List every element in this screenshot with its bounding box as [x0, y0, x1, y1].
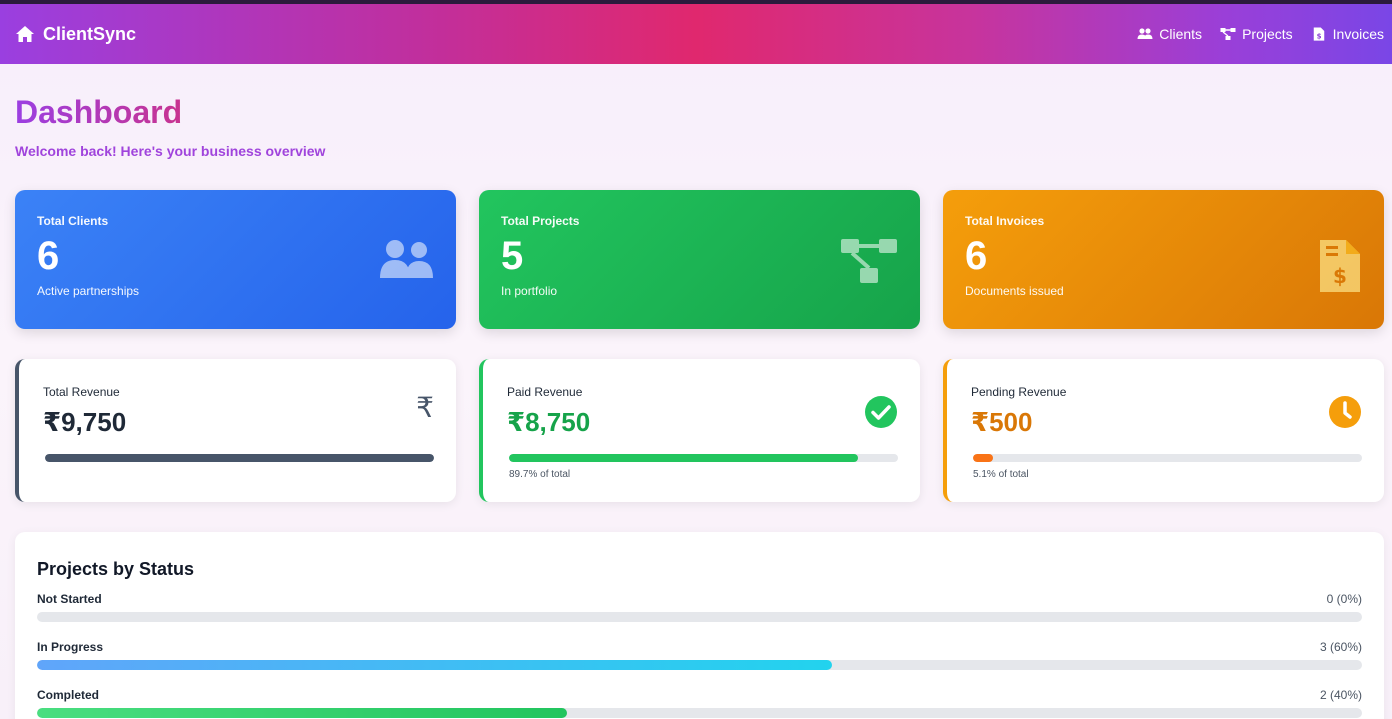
- main-nav: Clients Projects $ Invoices: [1137, 26, 1384, 42]
- projects-by-status-panel: Projects by Status Not Started 0 (0%) In…: [15, 532, 1384, 719]
- clock-icon: [1329, 396, 1361, 428]
- svg-text:$: $: [1333, 264, 1347, 288]
- nav-projects-label: Projects: [1242, 26, 1293, 42]
- status-progress-fill: [37, 708, 567, 718]
- revenue-label: Pending Revenue: [971, 385, 1067, 399]
- stat-sub: Active partnerships: [37, 284, 140, 298]
- status-row-in-progress: In Progress 3 (60%): [37, 632, 1362, 680]
- revenue-card-total: Total Revenue ₹9,750 ₹: [15, 359, 456, 502]
- svg-text:$: $: [1316, 32, 1321, 40]
- rupee-icon: ₹: [416, 391, 434, 424]
- stat-label: Total Projects: [501, 214, 580, 228]
- users-icon: [380, 240, 433, 278]
- revenue-progress-fill: [509, 454, 858, 462]
- revenue-progress-track: [509, 454, 898, 462]
- status-row-completed: Completed 2 (40%): [37, 680, 1362, 719]
- stat-card-clients: Total Clients 6 Active partnerships: [15, 190, 456, 329]
- check-circle-icon: [865, 396, 897, 428]
- page-title: Dashboard: [15, 94, 183, 130]
- stat-value: 6: [965, 234, 988, 278]
- users-icon: [1137, 28, 1153, 39]
- top-navbar: ClientSync Clients Projects $ Invoices: [0, 0, 1392, 64]
- panel-title: Projects by Status: [37, 559, 195, 579]
- nav-invoices[interactable]: $ Invoices: [1311, 26, 1384, 42]
- revenue-progress-fill: [973, 454, 993, 462]
- revenue-value: ₹9,750: [43, 407, 127, 437]
- sitemap-icon: [841, 239, 897, 283]
- page-subtitle: Welcome back! Here's your business overv…: [15, 143, 326, 159]
- stat-sub: In portfolio: [501, 284, 558, 298]
- status-count: 3 (60%): [1319, 640, 1362, 654]
- stat-sub: Documents issued: [965, 284, 1064, 298]
- status-progress-track: [37, 612, 1362, 622]
- revenue-card-pending: Pending Revenue ₹500 5.1% of total: [943, 359, 1384, 502]
- status-progress-track: [37, 660, 1362, 670]
- brand-link[interactable]: ClientSync: [15, 24, 136, 45]
- revenue-progress-track: [45, 454, 434, 462]
- stat-card-projects: Total Projects 5 In portfolio: [479, 190, 920, 329]
- invoice-icon: $: [1313, 27, 1324, 41]
- invoice-dollar-icon: $: [1320, 240, 1360, 292]
- home-icon: [16, 26, 34, 42]
- status-label: In Progress: [37, 640, 104, 654]
- stat-card-invoices: Total Invoices 6 Documents issued $: [943, 190, 1384, 329]
- nav-projects[interactable]: Projects: [1220, 26, 1293, 42]
- revenue-progress-track: [973, 454, 1362, 462]
- revenue-value: ₹500: [971, 407, 1033, 437]
- revenue-progress-fill: [45, 454, 434, 462]
- status-label: Not Started: [37, 592, 102, 606]
- brand-name: ClientSync: [43, 23, 137, 44]
- status-count: 0 (0%): [1326, 592, 1362, 606]
- revenue-label: Paid Revenue: [507, 385, 583, 399]
- nav-invoices-label: Invoices: [1332, 26, 1384, 42]
- status-progress-track: [37, 708, 1362, 718]
- status-label: Completed: [37, 688, 100, 702]
- sitemap-icon: [1220, 28, 1236, 40]
- stat-value: 5: [501, 234, 524, 278]
- nav-clients[interactable]: Clients: [1137, 26, 1202, 42]
- stat-label: Total Invoices: [965, 214, 1045, 228]
- revenue-label: Total Revenue: [43, 385, 120, 399]
- status-progress-fill: [37, 660, 832, 670]
- nav-clients-label: Clients: [1159, 26, 1203, 42]
- revenue-percent-text: 89.7% of total: [509, 469, 571, 480]
- revenue-card-paid: Paid Revenue ₹8,750 89.7% of total: [479, 359, 920, 502]
- stat-value: 6: [37, 234, 60, 278]
- status-count: 2 (40%): [1319, 688, 1362, 702]
- revenue-percent-text: 5.1% of total: [973, 469, 1029, 480]
- stat-label: Total Clients: [37, 214, 109, 228]
- status-row-not-started: Not Started 0 (0%): [37, 584, 1362, 632]
- revenue-value: ₹8,750: [507, 407, 591, 437]
